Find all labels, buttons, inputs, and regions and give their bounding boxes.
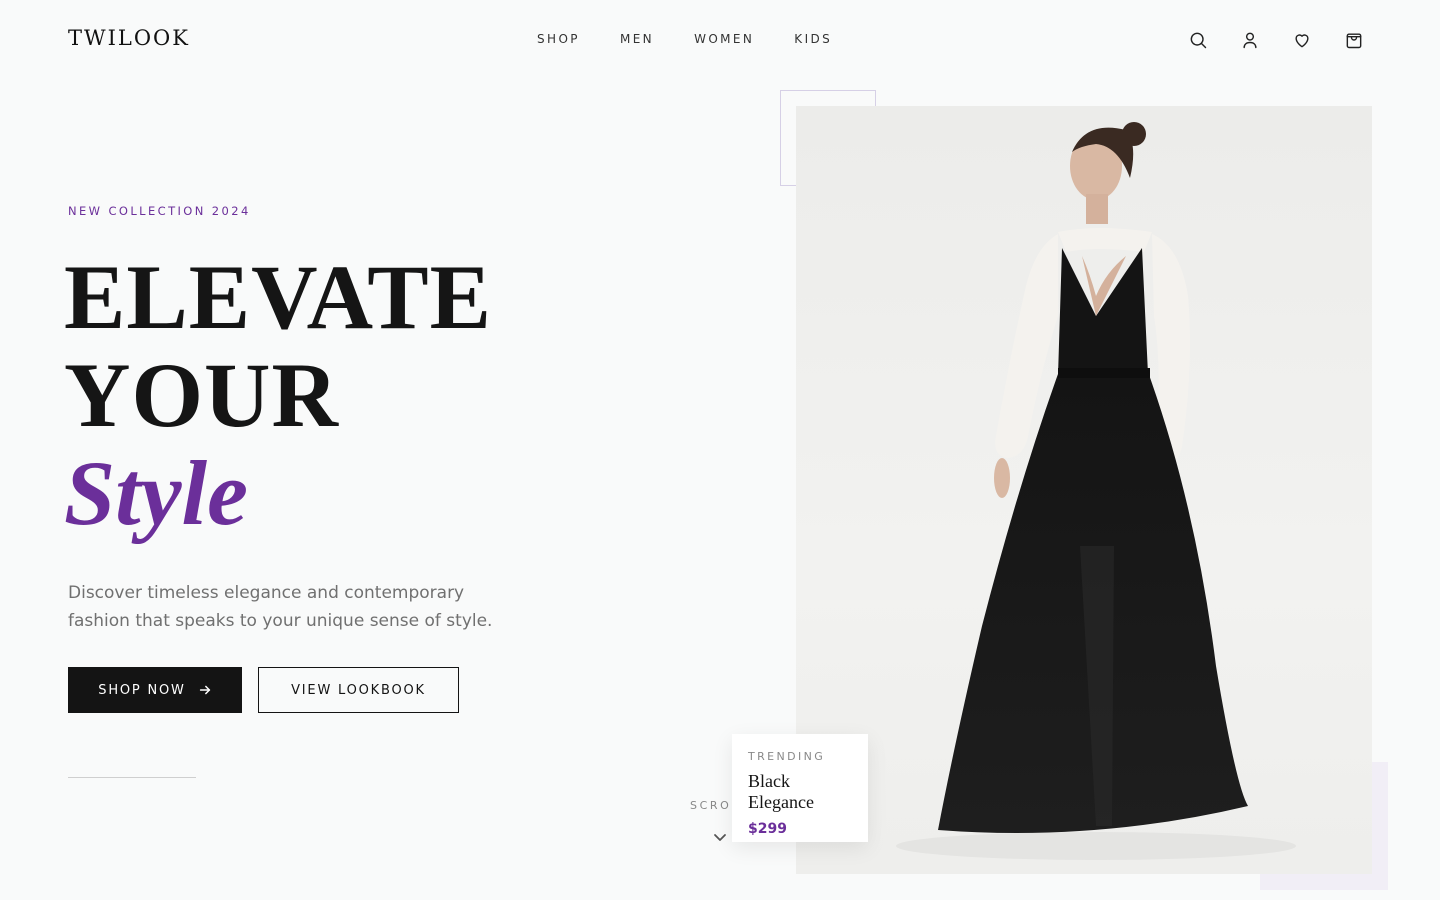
user-icon[interactable] [1238, 28, 1262, 52]
hero-divider [68, 777, 196, 778]
bag-icon[interactable] [1342, 28, 1366, 52]
trending-label: TRENDING [748, 750, 826, 763]
hero-headline: ELEVATE YOUR Style [64, 248, 492, 542]
headline-line-2: YOUR [64, 344, 339, 446]
hero-model-image [796, 106, 1372, 874]
view-lookbook-label: VIEW LOOKBOOK [291, 682, 426, 698]
trending-product-name: Black Elegance [748, 771, 814, 812]
collection-eyebrow: NEW COLLECTION 2024 [68, 204, 251, 218]
nav-item-kids[interactable]: KIDS [794, 32, 832, 46]
nav-item-women[interactable]: WOMEN [694, 32, 754, 46]
nav-item-shop[interactable]: SHOP [537, 32, 580, 46]
trending-card[interactable]: TRENDING Black Elegance $299 [732, 734, 868, 842]
shop-now-label: SHOP NOW [98, 682, 186, 698]
chevron-down-icon[interactable] [712, 829, 728, 845]
header-actions [1186, 28, 1366, 52]
arrow-right-icon [199, 685, 210, 695]
search-icon[interactable] [1186, 28, 1210, 52]
heart-icon[interactable] [1290, 28, 1314, 52]
hero-description: Discover timeless elegance and contempor… [68, 583, 493, 631]
scroll-label: SCRO [690, 799, 732, 812]
shop-now-button[interactable]: SHOP NOW [68, 667, 242, 713]
headline-line-1: ELEVATE [64, 246, 493, 348]
main-nav: SHOP MEN WOMEN KIDS [537, 32, 832, 46]
site-header: TWILOOK SHOP MEN WOMEN KIDS [0, 0, 1440, 80]
nav-item-men[interactable]: MEN [620, 32, 654, 46]
headline-accent: Style [64, 442, 248, 544]
model-illustration [896, 122, 1296, 860]
view-lookbook-button[interactable]: VIEW LOOKBOOK [258, 667, 459, 713]
trending-product-price: $299 [748, 821, 787, 837]
brand-logo[interactable]: TWILOOK [68, 26, 190, 50]
